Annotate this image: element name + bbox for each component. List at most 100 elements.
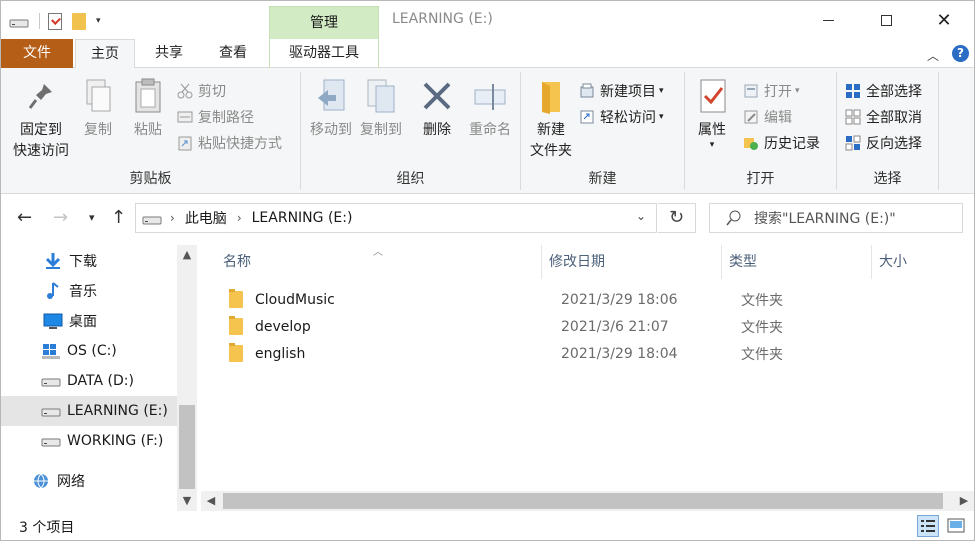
move-to-icon <box>314 78 348 116</box>
nav-item-desktop[interactable]: 桌面 <box>1 306 177 336</box>
column-header-type[interactable]: 类型 <box>729 245 757 279</box>
tab-drive-tools[interactable]: 驱动器工具 <box>269 39 379 68</box>
nav-item-network[interactable]: 网络 <box>1 466 177 496</box>
close-button[interactable]: ✕ <box>915 1 973 39</box>
nav-pane-scrollbar[interactable]: ▲ ▼ <box>177 245 197 511</box>
group-label-new: 新建 <box>588 171 617 187</box>
forward-arrow-icon[interactable]: → <box>53 207 68 228</box>
tab-view[interactable]: 查看 <box>207 39 259 68</box>
history-button[interactable]: 历史记录 <box>743 132 820 154</box>
address-history-chevron-icon[interactable]: ⌄ <box>636 209 646 223</box>
breadcrumb-this-pc[interactable]: 此电脑 <box>185 208 227 228</box>
column-divider[interactable] <box>871 245 872 279</box>
scroll-right-icon[interactable]: ▶ <box>954 491 974 511</box>
scrollbar-thumb[interactable] <box>223 493 943 509</box>
back-arrow-icon[interactable]: ← <box>17 207 32 228</box>
select-all-button[interactable]: 全部选择 <box>845 80 922 102</box>
column-divider[interactable] <box>721 245 722 279</box>
nav-item-os-c[interactable]: OS (C:) <box>1 336 177 366</box>
folder-icon <box>229 343 243 362</box>
properties-button[interactable]: 属性 ▾ <box>691 76 733 150</box>
explorer-window: ▾ 管理 LEARNING (E:) ✕ 文件 主页 共享 查看 驱动器工具 ︿… <box>0 0 975 541</box>
paste-shortcut-button[interactable]: 粘贴快捷方式 <box>177 132 282 154</box>
details-view-button[interactable] <box>917 515 939 537</box>
column-header-date[interactable]: 修改日期 <box>549 245 605 279</box>
nav-item-downloads[interactable]: 下载 <box>1 246 177 276</box>
manage-context-tab[interactable]: 管理 <box>269 6 379 39</box>
breadcrumb-chevron-icon[interactable]: › <box>170 211 175 225</box>
up-arrow-icon[interactable]: ↑ <box>111 207 126 228</box>
new-item-button[interactable]: 新建项目 ▾ <box>579 80 664 102</box>
edit-button[interactable]: 编辑 <box>743 106 792 128</box>
title-bar: ▾ 管理 LEARNING (E:) ✕ <box>1 1 974 39</box>
breadcrumb-learning-drive[interactable]: LEARNING (E:) <box>252 210 353 226</box>
new-folder-icon[interactable] <box>72 12 86 30</box>
table-row[interactable]: CloudMusic 2021/3/29 18:06 文件夹 <box>221 286 961 313</box>
address-bar[interactable]: › 此电脑 › LEARNING (E:) ⌄ <box>135 203 657 233</box>
move-to-button[interactable]: 移动到 <box>307 76 355 141</box>
nav-item-working-f[interactable]: WORKING (F:) <box>1 426 177 456</box>
pin-label-line2: 快速访问 <box>13 143 69 159</box>
tab-share[interactable]: 共享 <box>143 39 195 68</box>
nav-item-data-d[interactable]: DATA (D:) <box>1 366 177 396</box>
copy-button[interactable]: 复制 <box>77 76 119 141</box>
help-icon[interactable]: ? <box>952 45 969 62</box>
ribbon-tabs: 文件 主页 共享 查看 驱动器工具 ︿ ? <box>1 39 974 69</box>
recent-locations-chevron-icon[interactable]: ▾ <box>89 211 95 224</box>
tab-file[interactable]: 文件 <box>1 39 73 68</box>
toolbar-divider <box>39 13 40 29</box>
paste-button[interactable]: 粘贴 <box>127 76 169 141</box>
cut-button[interactable]: 剪切 <box>177 80 226 102</box>
select-all-icon <box>845 83 861 99</box>
table-row[interactable]: develop 2021/3/6 21:07 文件夹 <box>221 313 961 340</box>
search-box[interactable]: 搜索"LEARNING (E:)" <box>709 203 963 233</box>
nav-item-music[interactable]: 音乐 <box>1 276 177 306</box>
column-header-name[interactable]: 名称 <box>223 245 251 279</box>
easy-access-button[interactable]: 轻松访问 ▾ <box>579 106 664 128</box>
properties-check-icon <box>695 78 729 116</box>
new-item-label: 新建项目 <box>600 84 656 100</box>
search-placeholder: 搜索"LEARNING (E:)" <box>754 211 896 227</box>
file-list: ︿ 名称 修改日期 类型 大小 CloudMusic 2021/3/29 18:… <box>201 245 974 511</box>
column-divider[interactable] <box>541 245 542 279</box>
horizontal-scrollbar[interactable]: ◀ ▶ <box>201 491 974 511</box>
select-none-button[interactable]: 全部取消 <box>845 106 922 128</box>
folder-icon <box>229 316 243 335</box>
ribbon-collapse-icon[interactable]: ︿ <box>927 47 939 64</box>
group-open: 属性 ▾ 打开 ▾ 编辑 历史记录 打开 <box>685 72 837 190</box>
new-folder-button[interactable]: 新建 文件夹 <box>525 76 577 162</box>
pin-label-line1: 固定到 <box>20 122 62 138</box>
scroll-up-icon[interactable]: ▲ <box>177 245 197 265</box>
rename-button[interactable]: 重命名 <box>463 76 517 141</box>
open-button[interactable]: 打开 ▾ <box>743 80 800 102</box>
invert-selection-button[interactable]: 反向选择 <box>845 132 922 154</box>
refresh-button[interactable]: ↻ <box>658 203 696 233</box>
drive-icon <box>41 432 61 450</box>
chevron-down-icon: ▾ <box>795 86 800 96</box>
table-row[interactable]: english 2021/3/29 18:04 文件夹 <box>221 340 961 367</box>
breadcrumb-chevron-icon[interactable]: › <box>237 211 242 225</box>
scroll-left-icon[interactable]: ◀ <box>201 491 221 511</box>
nav-item-learning-e[interactable]: LEARNING (E:) <box>1 396 177 426</box>
properties-icon[interactable] <box>48 12 62 30</box>
scrollbar-thumb[interactable] <box>179 405 195 489</box>
pin-to-quick-access-button[interactable]: 固定到 快速访问 <box>9 76 73 162</box>
move-to-label: 移动到 <box>310 122 352 138</box>
scroll-down-icon[interactable]: ▼ <box>177 491 197 511</box>
tab-home[interactable]: 主页 <box>75 39 135 69</box>
column-header-size[interactable]: 大小 <box>879 245 907 279</box>
minimize-button[interactable] <box>799 1 857 39</box>
maximize-icon <box>880 14 892 26</box>
large-icons-view-button[interactable] <box>945 515 967 537</box>
invert-selection-label: 反向选择 <box>866 136 922 152</box>
copy-to-button[interactable]: 复制到 <box>357 76 405 141</box>
delete-button[interactable]: 删除 <box>417 76 457 141</box>
new-folder-label-line1: 新建 <box>537 122 565 138</box>
customize-toolbar-dropdown[interactable]: ▾ <box>96 16 101 26</box>
search-icon <box>726 210 742 226</box>
file-name: english <box>255 345 306 362</box>
maximize-button[interactable] <box>857 1 915 39</box>
select-none-icon <box>845 109 861 125</box>
copy-path-button[interactable]: 复制路径 <box>177 106 254 128</box>
nav-item-label: LEARNING (E:) <box>67 403 168 419</box>
